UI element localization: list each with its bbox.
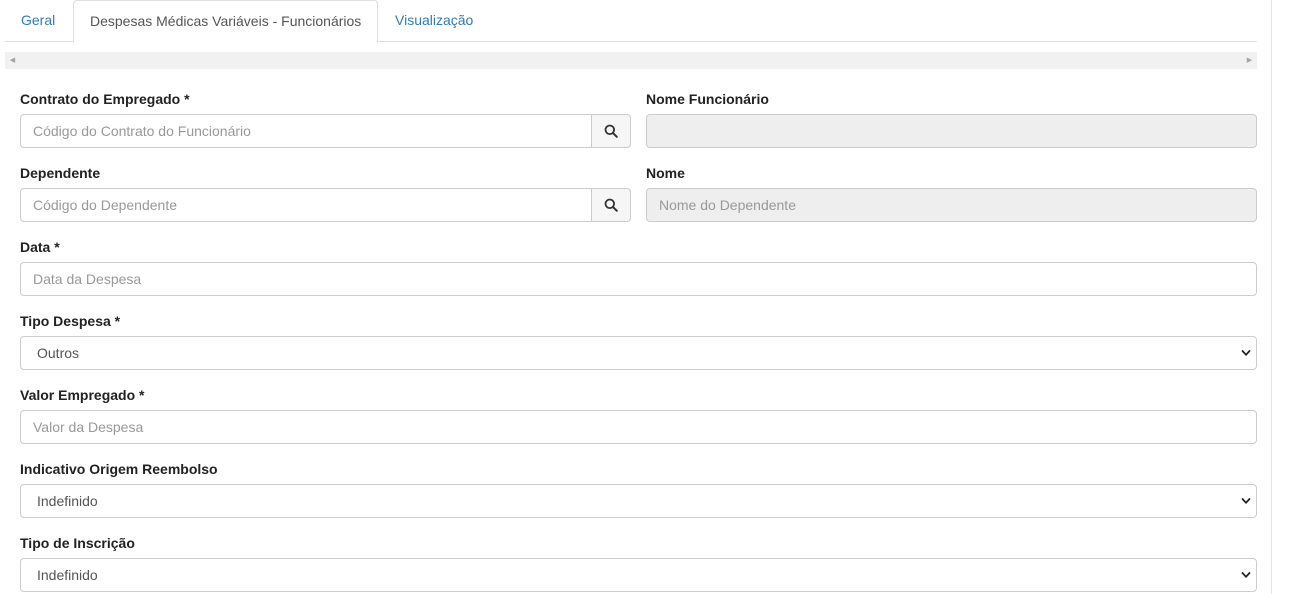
tab-geral[interactable]: Geral — [5, 0, 71, 42]
nome-funcionario-field — [646, 114, 1257, 148]
indicativo-origem-select[interactable]: Indefinido — [20, 484, 1257, 518]
search-icon — [604, 198, 618, 212]
data-label: Data * — [20, 239, 60, 255]
tab-scroller[interactable]: ◀ ▶ — [5, 52, 1257, 69]
tab-visualizacao[interactable]: Visualização — [379, 0, 489, 42]
tab-despesas-medicas[interactable]: Despesas Médicas Variáveis - Funcionário… — [73, 0, 379, 43]
contrato-input[interactable] — [20, 114, 592, 148]
nome-dependente-field — [646, 188, 1257, 222]
indicativo-origem-value: Indefinido — [37, 493, 98, 509]
caret-right-icon[interactable]: ▶ — [1242, 52, 1257, 69]
dependente-search-button[interactable] — [592, 188, 631, 222]
valor-empregado-input[interactable] — [20, 410, 1257, 444]
chevron-down-icon — [1241, 572, 1251, 578]
tipo-despesa-select[interactable]: Outros — [20, 336, 1257, 370]
search-icon — [604, 124, 618, 138]
chevron-down-icon — [1241, 350, 1251, 356]
tipo-inscricao-value: Indefinido — [37, 567, 98, 583]
tipo-despesa-label: Tipo Despesa * — [20, 313, 121, 329]
dependente-input[interactable] — [20, 188, 592, 222]
nome-funcionario-label: Nome Funcionário — [646, 91, 769, 107]
tipo-inscricao-label: Tipo de Inscrição — [20, 535, 135, 551]
caret-left-icon[interactable]: ◀ — [5, 52, 20, 69]
chevron-down-icon — [1241, 498, 1251, 504]
data-input[interactable] — [20, 262, 1257, 296]
right-divider — [1271, 0, 1272, 594]
dependente-label: Dependente — [20, 165, 101, 181]
tipo-inscricao-select[interactable]: Indefinido — [20, 558, 1257, 592]
tipo-despesa-value: Outros — [37, 345, 80, 361]
tab-bar: Geral Despesas Médicas Variáveis - Funci… — [5, 0, 1257, 43]
valor-empregado-label: Valor Empregado * — [20, 387, 145, 403]
contrato-label: Contrato do Empregado * — [20, 91, 190, 107]
indicativo-origem-label: Indicativo Origem Reembolso — [20, 461, 218, 477]
contrato-search-button[interactable] — [592, 114, 631, 148]
nome-label: Nome — [646, 165, 685, 181]
